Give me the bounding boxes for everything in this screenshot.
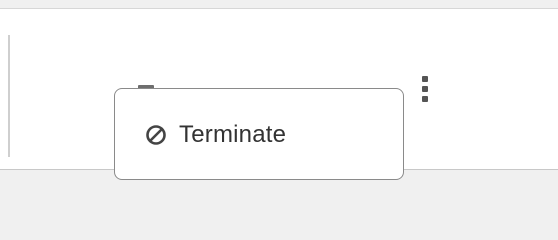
block-icon xyxy=(145,124,167,146)
kebab-dot xyxy=(422,86,428,92)
kebab-dot xyxy=(422,96,428,102)
kebab-dot xyxy=(422,76,428,82)
left-divider xyxy=(8,35,10,157)
menu-item-label: Terminate xyxy=(179,121,287,148)
menu-item-terminate[interactable]: Terminate xyxy=(145,119,286,151)
top-strip xyxy=(0,0,558,8)
actions-dropdown-menu: Terminate xyxy=(114,88,404,180)
more-actions-button[interactable] xyxy=(418,76,432,102)
